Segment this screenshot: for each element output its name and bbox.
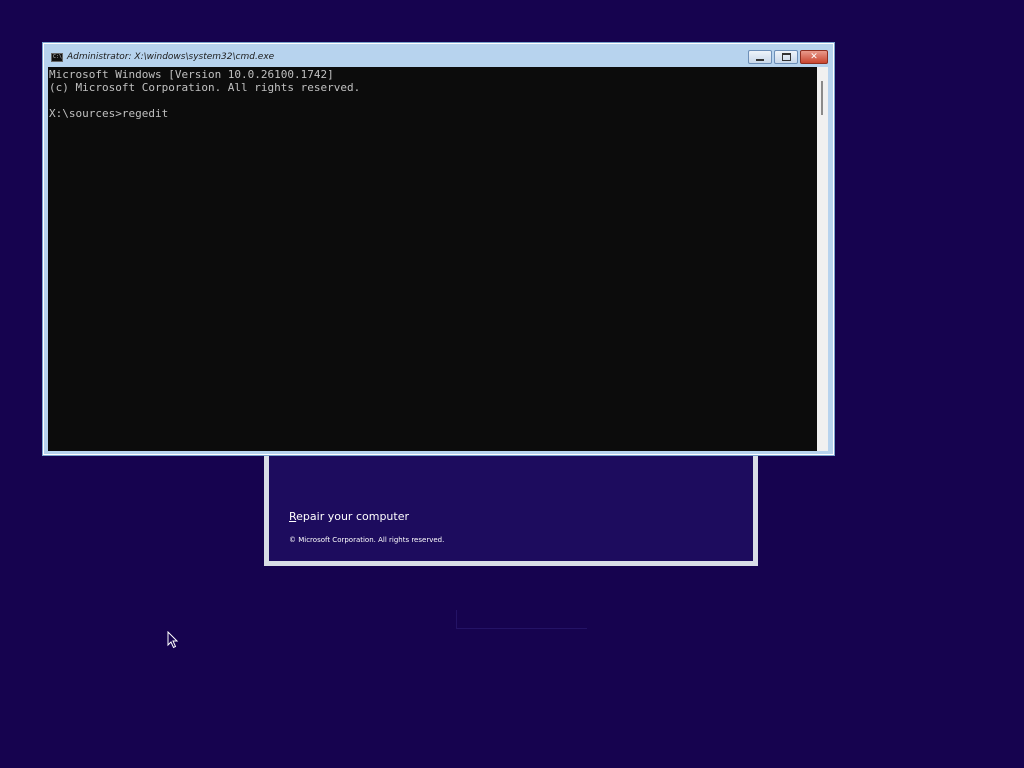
vertical-scrollbar[interactable] bbox=[817, 67, 828, 451]
maximize-icon bbox=[781, 53, 791, 61]
pointer-cursor-icon bbox=[167, 631, 179, 649]
command-prompt-line[interactable]: X:\sources>regedit bbox=[49, 107, 816, 120]
console-output[interactable]: Microsoft Windows [Version 10.0.26100.17… bbox=[48, 67, 817, 451]
copyright-text: © Microsoft Corporation. All rights rese… bbox=[289, 536, 445, 544]
repair-your-computer-link[interactable]: Repair your computer bbox=[289, 510, 409, 523]
setup-dialog: Repair your computer © Microsoft Corpora… bbox=[264, 440, 758, 566]
cmd-icon: C:\ bbox=[51, 53, 63, 62]
minimize-button[interactable] bbox=[748, 50, 772, 64]
title-bar[interactable]: C:\ Administrator: X:\windows\system32\c… bbox=[43, 43, 834, 67]
maximize-button[interactable] bbox=[774, 50, 798, 64]
console-window[interactable]: C:\ Administrator: X:\windows\system32\c… bbox=[42, 42, 835, 456]
window-title: Administrator: X:\windows\system32\cmd.e… bbox=[67, 52, 275, 62]
console-line: Microsoft Windows [Version 10.0.26100.17… bbox=[49, 68, 334, 81]
repair-link-label: epair your computer bbox=[296, 510, 410, 523]
console-line: (c) Microsoft Corporation. All rights re… bbox=[49, 81, 361, 94]
scrollbar-thumb[interactable] bbox=[821, 81, 823, 115]
close-button[interactable]: ✕ bbox=[800, 50, 828, 64]
background-artifact bbox=[456, 610, 587, 629]
console-text: Microsoft Windows [Version 10.0.26100.17… bbox=[48, 67, 817, 121]
minimize-icon bbox=[756, 58, 764, 61]
close-icon: ✕ bbox=[810, 51, 818, 62]
desktop: Repair your computer © Microsoft Corpora… bbox=[0, 0, 1024, 768]
